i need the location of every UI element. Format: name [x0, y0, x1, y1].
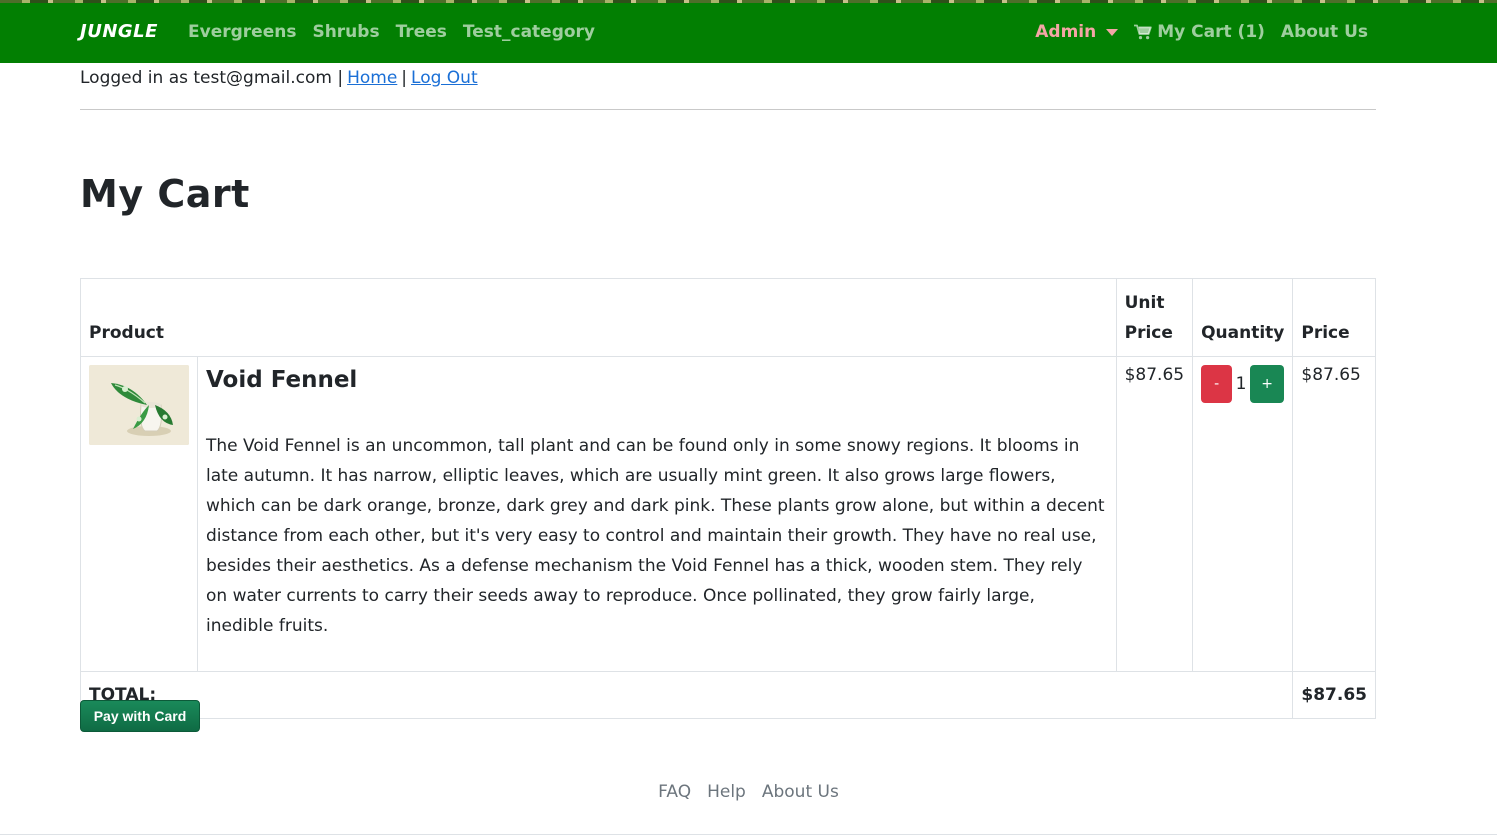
page-title: My Cart	[80, 172, 250, 216]
category-nav: Evergreens Shrubs Trees Test_category	[188, 22, 595, 42]
nav-link-test-category[interactable]: Test_category	[463, 22, 595, 42]
product-image-cell	[80, 356, 198, 672]
logged-in-text: Logged in as test@gmail.com |	[80, 68, 344, 88]
cart-table: Product Unit Price Quantity Price Void F…	[79, 278, 1376, 719]
session-bar: Logged in as test@gmail.com | Home | Log…	[80, 66, 1376, 110]
header-unit-price: Unit Price	[1115, 278, 1194, 357]
caret-down-icon	[1106, 29, 1119, 36]
separator: |	[401, 68, 408, 88]
user-nav: Admin My Cart (1) About Us	[1035, 22, 1368, 42]
decrease-quantity-button[interactable]: -	[1201, 365, 1233, 403]
product-info-cell: Void Fennel The Void Fennel is an uncomm…	[197, 356, 1117, 672]
footer-link-help[interactable]: Help	[707, 782, 746, 802]
quantity-stepper: - 1 +	[1201, 365, 1285, 403]
footer-link-about-us[interactable]: About Us	[762, 782, 839, 802]
shopping-cart-icon	[1134, 24, 1152, 40]
total-value: $87.65	[1292, 671, 1376, 719]
admin-dropdown[interactable]: Admin	[1035, 22, 1119, 42]
total-label: TOTAL:	[79, 671, 1294, 719]
nav-link-trees[interactable]: Trees	[396, 22, 447, 42]
logout-link[interactable]: Log Out	[411, 68, 478, 88]
header-product: Product	[80, 278, 1117, 357]
home-link[interactable]: Home	[347, 68, 397, 88]
brand-logo[interactable]: JUNGLE	[80, 21, 158, 42]
quantity-cell: - 1 +	[1192, 356, 1294, 672]
footer: FAQ Help About Us	[0, 782, 1497, 802]
pay-with-card-button[interactable]: Pay with Card	[80, 700, 200, 732]
nav-link-evergreens[interactable]: Evergreens	[188, 22, 296, 42]
footer-divider	[0, 834, 1497, 835]
product-description: The Void Fennel is an uncommon, tall pla…	[206, 436, 1105, 636]
footer-link-faq[interactable]: FAQ	[658, 782, 691, 802]
my-cart-label: My Cart (1)	[1157, 22, 1265, 42]
increase-quantity-button[interactable]: +	[1250, 365, 1285, 403]
nav-link-shrubs[interactable]: Shrubs	[312, 22, 379, 42]
plant-icon	[89, 365, 189, 445]
unit-price-cell: $87.65	[1115, 356, 1194, 672]
my-cart-link[interactable]: My Cart (1)	[1134, 22, 1265, 42]
admin-label: Admin	[1035, 22, 1097, 42]
total-row: TOTAL: $87.65	[79, 671, 1376, 719]
header-price: Price	[1292, 278, 1376, 357]
product-image[interactable]	[89, 365, 189, 445]
header-quantity: Quantity	[1192, 278, 1294, 357]
quantity-value: 1	[1235, 374, 1247, 394]
product-name: Void Fennel	[206, 367, 358, 393]
table-header-row: Product Unit Price Quantity Price	[80, 278, 1376, 357]
price-cell: $87.65	[1292, 356, 1376, 672]
top-navbar: JUNGLE Evergreens Shrubs Trees Test_cate…	[0, 0, 1497, 63]
table-row: Void Fennel The Void Fennel is an uncomm…	[80, 356, 1376, 672]
nav-link-about-us[interactable]: About Us	[1281, 22, 1368, 42]
